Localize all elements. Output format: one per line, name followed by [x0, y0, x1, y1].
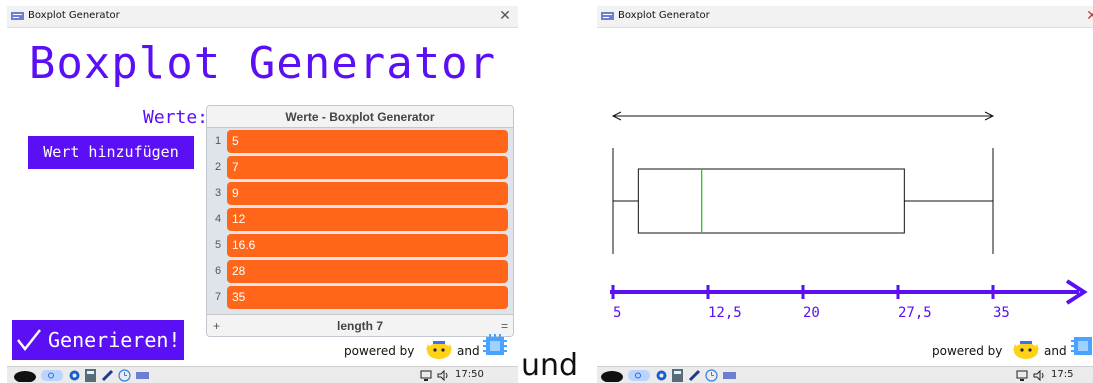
list-item-value[interactable]: 12: [227, 208, 508, 231]
app-taskbar-icon[interactable]: [136, 369, 149, 382]
volume-icon[interactable]: [437, 369, 450, 382]
add-value-button[interactable]: Wert hinzufügen: [28, 136, 194, 169]
axis-tick-label: 5: [613, 305, 621, 321]
list-item-index: 4: [214, 213, 222, 225]
app-icon: [11, 12, 24, 20]
powered-by-text: powered by: [932, 344, 1003, 358]
clock-time: 17:5: [1051, 369, 1074, 380]
window-title: Boxplot Generator: [618, 10, 710, 21]
list-item: 15: [207, 130, 513, 154]
list-item-value[interactable]: 28: [227, 260, 508, 283]
volume-icon[interactable]: [1033, 369, 1046, 382]
window-title: Boxplot Generator: [28, 10, 120, 21]
list-footer: + length 7 =: [207, 314, 513, 336]
list-item-index: 2: [214, 161, 222, 173]
generate-label: Generieren!: [48, 328, 181, 352]
boxplot-generator-window-right: Boxplot Generator ✕ 5 12,5 20 27,5 35 powere…: [597, 6, 1093, 360]
list-item-value[interactable]: 7: [227, 156, 508, 179]
and-text: and: [457, 344, 480, 358]
close-icon[interactable]: ✕: [1083, 7, 1093, 25]
list-item-index: 1: [214, 135, 222, 147]
title-bar: Boxplot Generator ✕: [597, 6, 1093, 28]
list-item-value[interactable]: 5: [227, 130, 508, 153]
box-iqr: [637, 168, 905, 234]
list-item-index: 7: [214, 291, 222, 303]
generate-button[interactable]: Generieren!: [12, 320, 184, 360]
cat-logo-icon: [1013, 341, 1039, 359]
clock-icon[interactable]: [118, 369, 131, 382]
chip-logo-icon: [483, 334, 507, 355]
gear-icon[interactable]: [68, 369, 81, 382]
clock-time: 17:50: [455, 369, 484, 380]
list-title: Werte - Boxplot Generator: [207, 106, 513, 128]
boxplot-generator-window-left: Boxplot Generator ✕ Boxplot Generator We…: [7, 6, 518, 360]
page-title: Boxplot Generator: [28, 38, 497, 89]
axis-tick-label: 20: [803, 305, 820, 321]
list-item-index: 3: [214, 187, 222, 199]
axis-tick-label: 12,5: [708, 305, 742, 321]
chip-logo-icon: [1071, 337, 1092, 355]
search-icon[interactable]: [628, 369, 650, 382]
list-item: 5 16.6: [207, 234, 513, 258]
values-label: Werte:: [143, 107, 209, 128]
resize-icon[interactable]: =: [501, 319, 508, 333]
axis-tick-label: 27,5: [898, 305, 932, 321]
list-item-value[interactable]: 16.6: [227, 234, 508, 257]
calculator-icon[interactable]: [672, 369, 683, 382]
cat-logo-icon: [426, 341, 452, 359]
values-list: Werte - Boxplot Generator 1 5 2 7 3 9 4 12 5 16.6…: [206, 105, 514, 337]
boxplot-chart: 5 12,5 20 27,5 35: [610, 111, 1088, 321]
list-item: 27: [207, 156, 513, 180]
title-bar: Boxplot Generator ✕: [7, 6, 518, 28]
network-icon[interactable]: [1016, 369, 1028, 382]
search-icon[interactable]: [41, 369, 63, 382]
list-item-value[interactable]: 35: [227, 286, 508, 309]
taskbar-left: 17:50: [7, 366, 518, 383]
brush-icon[interactable]: [101, 369, 114, 382]
list-item: 4 12: [207, 208, 513, 232]
network-icon[interactable]: [420, 369, 432, 382]
start-menu-icon[interactable]: [13, 369, 37, 382]
list-item: 6 28: [207, 260, 513, 284]
list-item-value[interactable]: 9: [227, 182, 508, 205]
checkmark-icon: [17, 329, 41, 352]
calculator-icon[interactable]: [85, 369, 96, 382]
taskbar-right: 17:5: [597, 366, 1093, 383]
list-item-index: 5: [214, 239, 222, 251]
list-item-index: 6: [214, 265, 222, 277]
app-icon: [601, 12, 614, 20]
close-icon[interactable]: ✕: [496, 7, 514, 25]
clock-icon[interactable]: [705, 369, 718, 382]
axis-tick-label: 35: [993, 305, 1010, 321]
list-item: 7 35: [207, 286, 513, 310]
list-length: length 7: [336, 319, 383, 333]
powered-by-text: powered by: [344, 344, 415, 358]
brush-icon[interactable]: [688, 369, 701, 382]
separator-text: und: [521, 348, 579, 383]
gear-icon[interactable]: [655, 369, 668, 382]
start-menu-icon[interactable]: [600, 369, 624, 382]
list-item: 39: [207, 182, 513, 206]
and-text: and: [1044, 344, 1067, 358]
app-taskbar-icon[interactable]: [723, 369, 736, 382]
